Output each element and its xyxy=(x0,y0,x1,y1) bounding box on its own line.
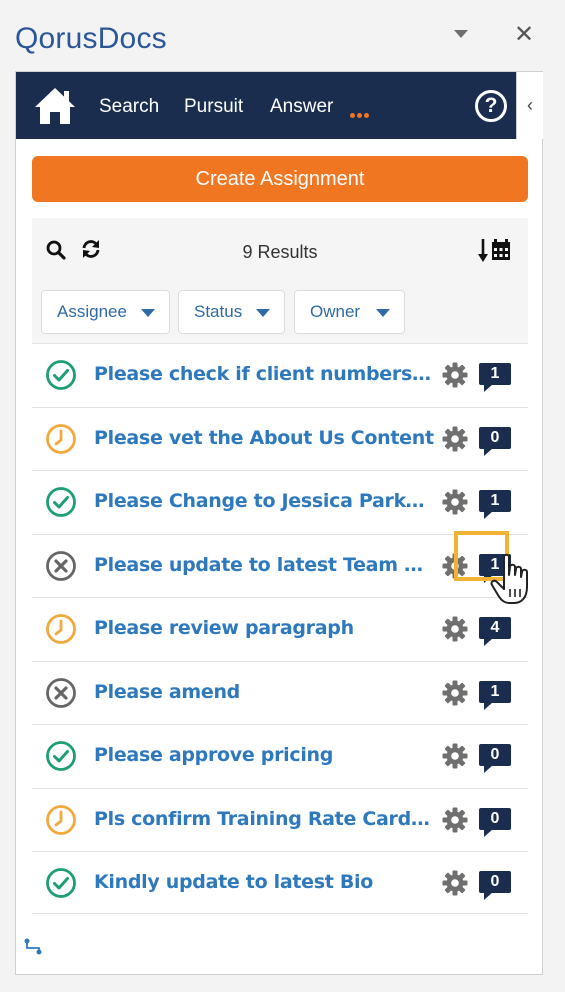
navbar: Search Pursuit Answer ? xyxy=(16,72,516,139)
filter-owner-dropdown[interactable]: Owner xyxy=(294,290,405,334)
comment-count-badge[interactable]: 1 xyxy=(479,680,513,710)
assignment-title[interactable]: Please amend xyxy=(94,681,434,703)
create-assignment-button[interactable]: Create Assignment xyxy=(32,156,528,202)
assignment-title[interactable]: Please check if client numbers are corre… xyxy=(94,363,434,385)
comment-bubble-icon xyxy=(484,828,493,837)
assignment-title[interactable]: Please review paragraph xyxy=(94,617,434,639)
assignment-row[interactable]: Please approve pricing 0 xyxy=(32,724,528,787)
x-circle-icon xyxy=(45,677,77,709)
gear-icon[interactable] xyxy=(441,869,469,902)
clock-icon xyxy=(45,804,77,836)
clock-icon xyxy=(45,613,77,645)
task-pane: QorusDocs ✕ Search Pursuit Answer ? ‹ Cr… xyxy=(0,0,565,992)
comment-bubble-icon xyxy=(484,701,493,710)
pane-options-dropdown-icon[interactable] xyxy=(454,30,468,38)
check-circle-icon xyxy=(45,359,77,391)
gear-icon[interactable] xyxy=(441,425,469,458)
assignment-row[interactable]: Please check if client numbers are corre… xyxy=(32,343,528,406)
comment-count: 0 xyxy=(479,744,511,766)
comment-count-badge[interactable]: 0 xyxy=(479,426,513,456)
collapse-panel-button[interactable]: ‹ xyxy=(516,72,543,139)
assignment-row[interactable]: Please vet the About Us Content 0 xyxy=(32,406,528,470)
comment-count: 0 xyxy=(479,426,511,449)
gear-icon[interactable] xyxy=(441,679,469,712)
filter-assignee-label: Assignee xyxy=(57,302,127,321)
nav-pursuit-link[interactable]: Pursuit xyxy=(184,96,243,118)
assignment-title[interactable]: Please approve pricing xyxy=(94,744,434,766)
filter-owner-label: Owner xyxy=(310,302,361,321)
assignment-row[interactable]: Kindly update to latest Bio 0 xyxy=(32,851,528,914)
comment-count-badge[interactable]: 0 xyxy=(479,744,513,773)
home-icon[interactable] xyxy=(33,86,77,126)
more-options-icon[interactable] xyxy=(350,105,371,123)
filter-status-label: Status xyxy=(194,302,243,321)
gear-icon[interactable] xyxy=(441,552,469,585)
nav-answer-link[interactable]: Answer xyxy=(270,96,333,118)
check-circle-icon xyxy=(45,867,77,899)
help-icon[interactable]: ? xyxy=(475,90,507,122)
assignment-title[interactable]: Please update to latest Team description xyxy=(94,554,434,576)
comment-bubble-icon xyxy=(484,765,493,773)
gear-icon[interactable] xyxy=(441,361,469,394)
check-circle-icon xyxy=(45,486,77,518)
comment-count-badge[interactable]: 1 xyxy=(479,490,513,519)
comment-bubble-icon xyxy=(484,511,493,519)
assignment-row[interactable]: Pls confirm Training Rate Card rates 0 xyxy=(32,787,528,851)
pane-title: QorusDocs xyxy=(15,22,167,55)
assignment-title[interactable]: Kindly update to latest Bio xyxy=(94,871,434,893)
clock-icon xyxy=(45,423,77,455)
comment-bubble-icon xyxy=(484,384,493,392)
chevron-down-icon xyxy=(376,309,390,317)
assignment-row[interactable]: Please Change to Jessica Parker Bio 1 xyxy=(32,470,528,533)
comment-count: 0 xyxy=(479,807,511,830)
gear-icon[interactable] xyxy=(441,488,469,521)
workflow-icon[interactable] xyxy=(24,938,42,961)
assignment-title[interactable]: Please vet the About Us Content xyxy=(94,427,434,449)
nav-search-link[interactable]: Search xyxy=(99,96,159,118)
comment-count: 1 xyxy=(479,490,511,512)
comment-count-badge[interactable]: 1 xyxy=(479,553,513,583)
comment-bubble-icon xyxy=(484,892,493,900)
results-count: 9 Results xyxy=(242,242,318,262)
comment-count-badge[interactable]: 1 xyxy=(479,363,513,392)
assignment-toolbar: 9 Results Assignee Status Owner xyxy=(32,218,528,343)
comment-count-badge[interactable]: 0 xyxy=(479,871,513,900)
comment-bubble-icon xyxy=(484,638,493,646)
assignment-row[interactable]: Please amend 1 xyxy=(32,660,528,724)
filter-assignee-dropdown[interactable]: Assignee xyxy=(41,290,170,334)
x-circle-icon xyxy=(45,550,77,582)
gear-icon[interactable] xyxy=(441,806,469,839)
comment-count: 0 xyxy=(479,871,511,893)
assignment-row[interactable]: Please review paragraph 4 xyxy=(32,597,528,660)
addin-panel: Search Pursuit Answer ? ‹ Create Assignm… xyxy=(15,71,543,975)
comment-count: 4 xyxy=(479,617,511,639)
check-circle-icon xyxy=(45,740,77,772)
filter-status-dropdown[interactable]: Status xyxy=(178,290,285,334)
chevron-down-icon xyxy=(141,309,155,317)
gear-icon[interactable] xyxy=(441,615,469,648)
assignment-title[interactable]: Please Change to Jessica Parker Bio xyxy=(94,490,434,512)
comment-bubble-icon xyxy=(484,447,493,456)
chevron-down-icon xyxy=(256,309,270,317)
comment-bubble-icon xyxy=(484,574,493,583)
assignment-title[interactable]: Pls confirm Training Rate Card rates xyxy=(94,808,434,830)
comment-count-badge[interactable]: 4 xyxy=(479,617,513,646)
comment-count: 1 xyxy=(479,363,511,385)
comment-count: 1 xyxy=(479,553,511,576)
comment-count: 1 xyxy=(479,680,511,703)
pane-close-icon[interactable]: ✕ xyxy=(514,22,534,48)
gear-icon[interactable] xyxy=(441,742,469,775)
comment-count-badge[interactable]: 0 xyxy=(479,807,513,837)
sort-by-date-icon[interactable] xyxy=(478,236,512,269)
assignment-row[interactable]: Please update to latest Team description… xyxy=(32,533,528,597)
